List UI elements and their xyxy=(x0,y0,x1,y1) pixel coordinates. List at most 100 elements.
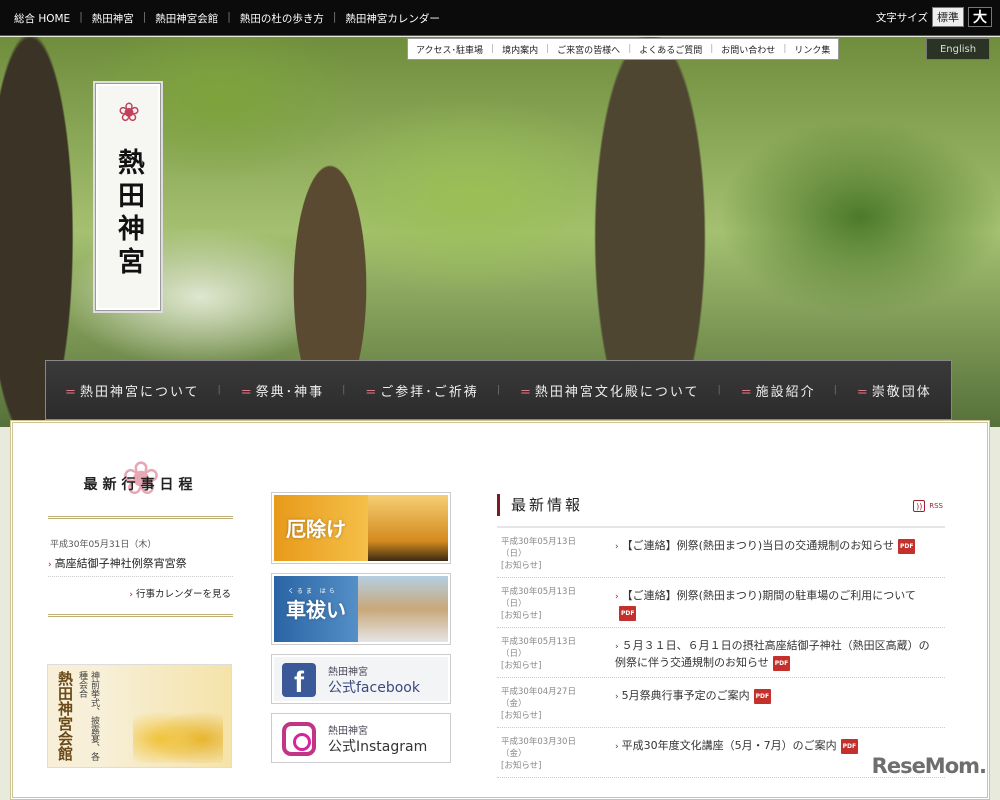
top-link-jingu[interactable]: 熱田神宮 xyxy=(92,11,134,26)
news-header: 最新情報 )) RSS xyxy=(497,494,945,528)
kaikan-desc: 神前挙式、披露宴、各種会合 xyxy=(77,671,99,761)
nav-festivals[interactable]: = 祭典･神事 xyxy=(241,381,324,400)
pdf-icon: PDF xyxy=(897,538,916,554)
news-title-text: 【ご連絡】例祭(熱田まつり)当日の交通規制のお知らせ xyxy=(621,539,894,552)
news-title-text: 平成30年度文化講座（5月・7月）のご案内 xyxy=(621,739,837,752)
top-nav: 総合 HOME | 熱田神宮 | 熱田神宮会館 | 熱田の杜の歩き方 | 熱田神宮カレン… xyxy=(14,11,440,26)
news-item: 平成30年05月13日 （日） [お知らせ] › 【ご連絡】例祭(熱田まつり)当日の交通… xyxy=(497,528,945,578)
nav-worship[interactable]: = ご参拝･ご祈祷 xyxy=(365,381,478,400)
news-category: [お知らせ] xyxy=(501,661,542,671)
subnav-precinct[interactable]: 境内案内 xyxy=(502,43,538,56)
instagram-line2: 公式Instagram xyxy=(328,739,428,755)
arrow-icon: › xyxy=(615,742,619,752)
separator: | xyxy=(142,11,147,23)
news-dow: （日） xyxy=(501,649,527,659)
top-link-home[interactable]: 総合 HOME xyxy=(14,11,70,26)
pdf-icon: PDF xyxy=(840,738,859,754)
pdf-icon: PDF xyxy=(619,605,637,621)
divider xyxy=(48,516,233,519)
main-nav: = 熱田神宮について | = 祭典･神事 | = ご参拝･ご祈祷 | = 熱田神宮文化殿につい… xyxy=(45,360,952,420)
calendar-link[interactable]: › 行事カレンダーを見る xyxy=(48,586,231,600)
instagram-icon xyxy=(282,722,316,756)
news-category: [お知らせ] xyxy=(501,761,542,771)
arrow-icon: › xyxy=(129,590,133,600)
rss-link[interactable]: )) RSS xyxy=(913,500,943,512)
arrow-icon: › xyxy=(615,592,619,602)
news-link[interactable]: › 【ご連絡】例祭(熱田まつり)当日の交通規制のお知らせ PDF xyxy=(615,536,945,577)
font-size-control: 文字サイズ 標準 大 xyxy=(876,7,992,27)
news-title: 最新情報 xyxy=(497,494,945,516)
separator: | xyxy=(491,44,495,54)
schedule-section: ❀ 最新行事日程 平成30年05月31日（木） › 高座結御子神社例祭宵宮祭 › 行… xyxy=(48,450,233,617)
top-link-walk[interactable]: 熱田の杜の歩き方 xyxy=(240,11,324,26)
pdf-icon: PDF xyxy=(753,688,772,704)
schedule-date: 平成30年05月31日（木） xyxy=(50,540,157,550)
site-logo[interactable]: ❀ 熱田神宮 xyxy=(95,83,161,311)
top-link-calendar[interactable]: 熱田神宮カレンダー xyxy=(345,11,440,26)
divider xyxy=(48,614,233,617)
separator: | xyxy=(79,11,83,23)
kaikan-banner[interactable]: 熱田神宮会館 神前挙式、披露宴、各種会合 xyxy=(47,664,232,768)
news-date-block: 平成30年05月13日 （日） [お知らせ] xyxy=(497,536,615,577)
news-link[interactable]: › 【ご連絡】例祭(熱田まつり)期間の駐車場のご利用について PDF xyxy=(615,586,945,627)
nav-bunkaden[interactable]: = 熱田神宮文化殿について xyxy=(520,381,700,400)
news-category: [お知らせ] xyxy=(501,611,542,621)
separator: | xyxy=(546,44,550,54)
separator: | xyxy=(628,44,632,54)
news-date: 平成30年05月13日 xyxy=(501,537,576,547)
news-category: [お知らせ] xyxy=(501,561,542,571)
english-button[interactable]: English xyxy=(926,38,990,60)
facebook-line2: 公式facebook xyxy=(328,680,420,696)
separator: | xyxy=(332,11,337,23)
nav-groups[interactable]: = 崇敬団体 xyxy=(857,381,932,400)
separator: | xyxy=(217,385,223,395)
instagram-line1: 熱田神宮 xyxy=(328,726,368,737)
news-item: 平成30年05月13日 （日） [お知らせ] › 【ご連絡】例祭(熱田まつり)期間の駐車… xyxy=(497,578,945,628)
yakuyoke-label: 厄除け xyxy=(286,517,346,541)
separator: | xyxy=(833,385,839,395)
subnav-faq[interactable]: よくあるご質問 xyxy=(639,43,702,56)
news-date-block: 平成30年04月27日 （金） [お知らせ] xyxy=(497,686,615,727)
news-link[interactable]: › 5月祭典行事予定のご案内 PDF xyxy=(615,686,945,727)
news-date: 平成30年05月13日 xyxy=(501,637,576,647)
news-item: 平成30年05月13日 （日） [お知らせ] › ５月３１日、６月１日の摂社高座結御子神… xyxy=(497,628,945,678)
arrow-icon: › xyxy=(615,542,619,552)
facebook-banner[interactable]: f 熱田神宮 公式facebook xyxy=(271,654,451,704)
separator: | xyxy=(342,385,348,395)
news-dow: （日） xyxy=(501,599,527,609)
news-link[interactable]: › ５月３１日、６月１日の摂社高座結御子神社（熱田区高蔵）の例祭に伴う交通規制のお… xyxy=(615,636,945,677)
news-dow: （金） xyxy=(501,749,527,759)
separator: | xyxy=(496,385,502,395)
banner-column: 厄除け くるま はら 車祓い f 熱田神宮 公式facebook 熱田神宮公式Inst… xyxy=(271,492,451,772)
news-date: 平成30年03月30日 xyxy=(501,737,576,747)
subnav-visitors[interactable]: ご来宮の皆様へ xyxy=(557,43,620,56)
news-date-block: 平成30年05月13日 （日） [お知らせ] xyxy=(497,636,615,677)
news-date: 平成30年04月27日 xyxy=(501,687,576,697)
font-large-button[interactable]: 大 xyxy=(968,7,992,27)
news-date: 平成30年05月13日 xyxy=(501,587,576,597)
sub-nav: アクセス･駐車場 | 境内案内 | ご来宮の皆様へ | よくあるご質問 | お問い合わせ… xyxy=(407,38,840,60)
instagram-banner[interactable]: 熱田神宮公式Instagram xyxy=(271,713,451,763)
top-link-kaikan[interactable]: 熱田神宮会館 xyxy=(155,11,218,26)
news-section: 最新情報 )) RSS 平成30年05月13日 （日） [お知らせ] › 【ご連絡】例祭(… xyxy=(497,492,945,778)
nav-facilities[interactable]: = 施設紹介 xyxy=(741,381,816,400)
subnav-access[interactable]: アクセス･駐車場 xyxy=(416,43,483,56)
watermark-logo: ReseMom. xyxy=(871,754,987,778)
subnav-contact[interactable]: お問い合わせ xyxy=(721,43,775,56)
news-dow: （金） xyxy=(501,699,527,709)
font-standard-button[interactable]: 標準 xyxy=(932,7,964,27)
arrow-icon: › xyxy=(615,642,619,652)
top-bar: 総合 HOME | 熱田神宮 | 熱田神宮会館 | 熱田の杜の歩き方 | 熱田神宮カレン… xyxy=(0,0,1000,36)
arrow-icon: › xyxy=(48,560,52,570)
schedule-item[interactable]: › 高座結御子神社例祭宵宮祭 xyxy=(48,555,233,577)
pdf-icon: PDF xyxy=(772,655,791,671)
kurumabarai-banner[interactable]: くるま はら 車祓い xyxy=(271,573,451,645)
rss-icon: )) xyxy=(913,500,926,512)
yakuyoke-banner[interactable]: 厄除け xyxy=(271,492,451,564)
subnav-links[interactable]: リンク集 xyxy=(794,43,830,56)
news-item: 平成30年04月27日 （金） [お知らせ] › 5月祭典行事予定のご案内 PDF xyxy=(497,678,945,728)
news-date-block: 平成30年03月30日 （金） [お知らせ] xyxy=(497,736,615,777)
arrow-icon: › xyxy=(615,692,619,702)
nav-about[interactable]: = 熱田神宮について xyxy=(65,381,200,400)
news-title-text: 【ご連絡】例祭(熱田まつり)期間の駐車場のご利用について xyxy=(621,589,916,602)
